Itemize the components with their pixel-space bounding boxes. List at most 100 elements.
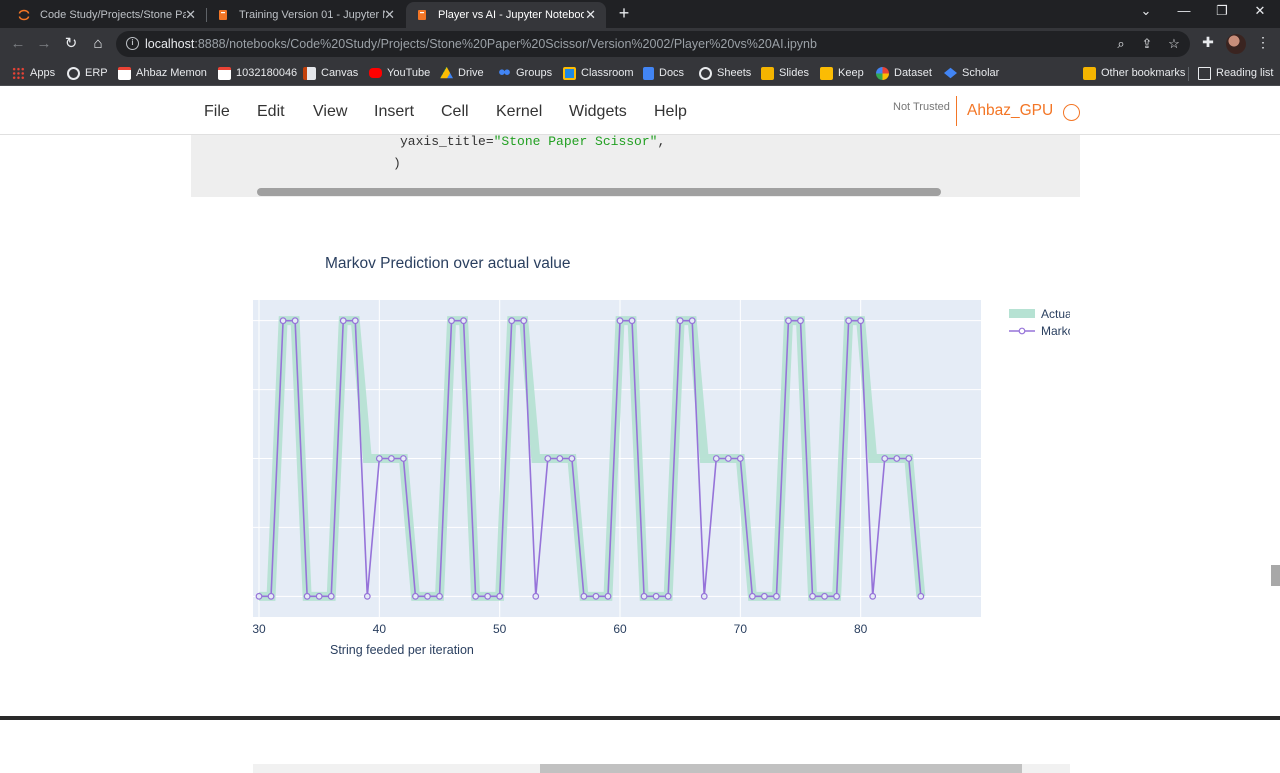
back-icon[interactable]: ← [8, 34, 28, 54]
notebook-icon [219, 10, 227, 20]
bookmark-canvas[interactable]: Canvas [303, 64, 358, 82]
bookmark-sheets[interactable]: Sheets [699, 64, 751, 82]
markov-point [748, 592, 756, 600]
markov-point [736, 455, 744, 462]
markov-point [700, 592, 708, 600]
forward-icon[interactable]: → [34, 34, 54, 54]
tab-player-vs-ai[interactable]: Player vs AI - Jupyter Notebook ✕ [406, 2, 606, 28]
menu-kernel[interactable]: Kernel [496, 103, 542, 121]
close-tab-icon[interactable]: ✕ [185, 7, 196, 23]
home-icon[interactable]: ⌂ [88, 34, 108, 54]
x-axis-label: String feeded per iteration [330, 643, 474, 657]
bookmark-docs[interactable]: Docs [643, 64, 684, 82]
tab-code-study[interactable]: Code Study/Projects/Stone Paper Scissor … [8, 2, 206, 28]
classroom-icon [563, 66, 576, 80]
site-info-icon[interactable]: i [126, 37, 139, 50]
kernel-idle-indicator-icon [1063, 104, 1080, 121]
close-window-icon[interactable]: ✕ [1250, 3, 1270, 19]
markov-point [640, 592, 648, 600]
markov-point [688, 317, 696, 325]
minimize-icon[interactable]: — [1174, 3, 1194, 18]
reading-list-button[interactable]: Reading list [1198, 64, 1273, 82]
markov-point [580, 592, 588, 600]
markov-point [363, 592, 371, 600]
output-scrollbar-thumb[interactable] [540, 764, 1022, 773]
profile-avatar[interactable] [1226, 34, 1246, 54]
browser-menu-icon[interactable]: ⋮ [1256, 34, 1270, 51]
menu-file[interactable]: File [204, 103, 230, 121]
markov-point [556, 455, 564, 462]
bookmark-dataset[interactable]: Dataset [876, 64, 932, 82]
close-tab-icon[interactable]: ✕ [585, 7, 596, 23]
x-tick-label: 70 [734, 622, 748, 636]
code-cell-scrollbar[interactable] [257, 188, 941, 196]
menu-help[interactable]: Help [654, 103, 687, 121]
bookmark-slides[interactable]: Slides [761, 64, 809, 82]
markov-point [532, 592, 540, 600]
bookmark-groups[interactable]: Groups [498, 64, 552, 82]
chart-legend[interactable]: Actual Markov [1009, 307, 1080, 338]
menu-cell[interactable]: Cell [441, 103, 469, 121]
plot-output: Markov Prediction over actual value 30 40… [191, 197, 1080, 773]
google-icon [876, 66, 889, 80]
bookmark-scholar[interactable]: Scholar [944, 64, 999, 82]
markov-point [351, 317, 359, 325]
markov-point [845, 317, 853, 325]
address-bar[interactable]: i localhost:8888/notebooks/Code%20Study/… [116, 31, 1190, 57]
menu-insert[interactable]: Insert [374, 103, 414, 121]
bookmark-erp[interactable]: ERP [67, 64, 108, 82]
notebook-icon [418, 10, 426, 20]
restore-icon[interactable]: ❐ [1212, 3, 1232, 19]
bookmark-star-icon[interactable]: ☆ [1165, 36, 1183, 52]
output-scrollbar[interactable] [253, 764, 1070, 773]
markov-point [809, 592, 816, 600]
bookmark-youtube[interactable]: YouTube [369, 64, 430, 82]
markov-point [893, 455, 901, 462]
markov-chart[interactable]: Markov Prediction over actual value 30 40… [191, 197, 1080, 720]
youtube-icon [369, 68, 382, 78]
markov-point [436, 592, 443, 600]
markov-point [761, 592, 768, 600]
apps-grid-icon [12, 66, 25, 80]
markov-point [544, 455, 552, 462]
bookmark-apps[interactable]: Apps [12, 64, 55, 82]
extensions-puzzle-icon[interactable]: ✚ [1199, 34, 1217, 51]
globe-icon [699, 66, 712, 80]
tab-title: Player vs AI - Jupyter Notebook [438, 9, 584, 21]
share-icon[interactable]: ⇪ [1138, 36, 1156, 52]
code-cell[interactable]: yaxis_title="Stone Paper Scissor", ) [191, 134, 1080, 197]
close-tab-icon[interactable]: ✕ [384, 7, 395, 23]
markov-point [676, 317, 684, 325]
menu-view[interactable]: View [313, 103, 347, 121]
tab-title: Code Study/Projects/Stone Paper Scissor [40, 9, 186, 21]
kernel-name[interactable]: Ahbaz_GPU [956, 96, 1053, 126]
markov-point [568, 455, 576, 462]
trust-status[interactable]: Not Trusted [893, 101, 950, 113]
menu-edit[interactable]: Edit [257, 103, 285, 121]
bookmark-1032180046[interactable]: 1032180046 [218, 64, 297, 82]
legend-markov-label: Markov [1041, 324, 1080, 338]
bookmark-classroom[interactable]: Classroom [563, 64, 634, 82]
bookmarks-bar: Apps ERP Ahbaz Memon 1032180046 Canvas Y… [0, 60, 1280, 86]
markov-point [857, 317, 865, 325]
jupyter-icon [18, 9, 30, 21]
bookmark-ahbaz-memon[interactable]: Ahbaz Memon [118, 64, 207, 82]
markov-point [833, 592, 841, 600]
reading-list-icon [1198, 66, 1211, 80]
tab-training-version[interactable]: Training Version 01 - Jupyter Notebook ✕ [207, 2, 405, 28]
folder-icon [761, 66, 774, 80]
tab-search-icon[interactable]: ⌄ [1136, 3, 1156, 19]
globe-icon [67, 66, 80, 80]
url-text[interactable]: localhost:8888/notebooks/Code%20Study/Pr… [145, 37, 817, 51]
page-scrollbar-thumb[interactable] [1271, 565, 1280, 586]
zoom-icon[interactable]: ⌕ [1112, 36, 1130, 52]
menu-widgets[interactable]: Widgets [569, 103, 627, 121]
bookmark-other[interactable]: Other bookmarks [1083, 64, 1185, 82]
markov-point [712, 455, 720, 462]
browser-toolbar: ← → ↻ ⌂ i localhost:8888/notebooks/Code%… [0, 28, 1280, 60]
bookmark-keep[interactable]: Keep [820, 64, 864, 82]
docs-icon [643, 66, 654, 80]
new-tab-button[interactable]: + [614, 3, 634, 23]
bookmark-drive[interactable]: Drive [440, 64, 484, 82]
reload-icon[interactable]: ↻ [61, 34, 81, 54]
